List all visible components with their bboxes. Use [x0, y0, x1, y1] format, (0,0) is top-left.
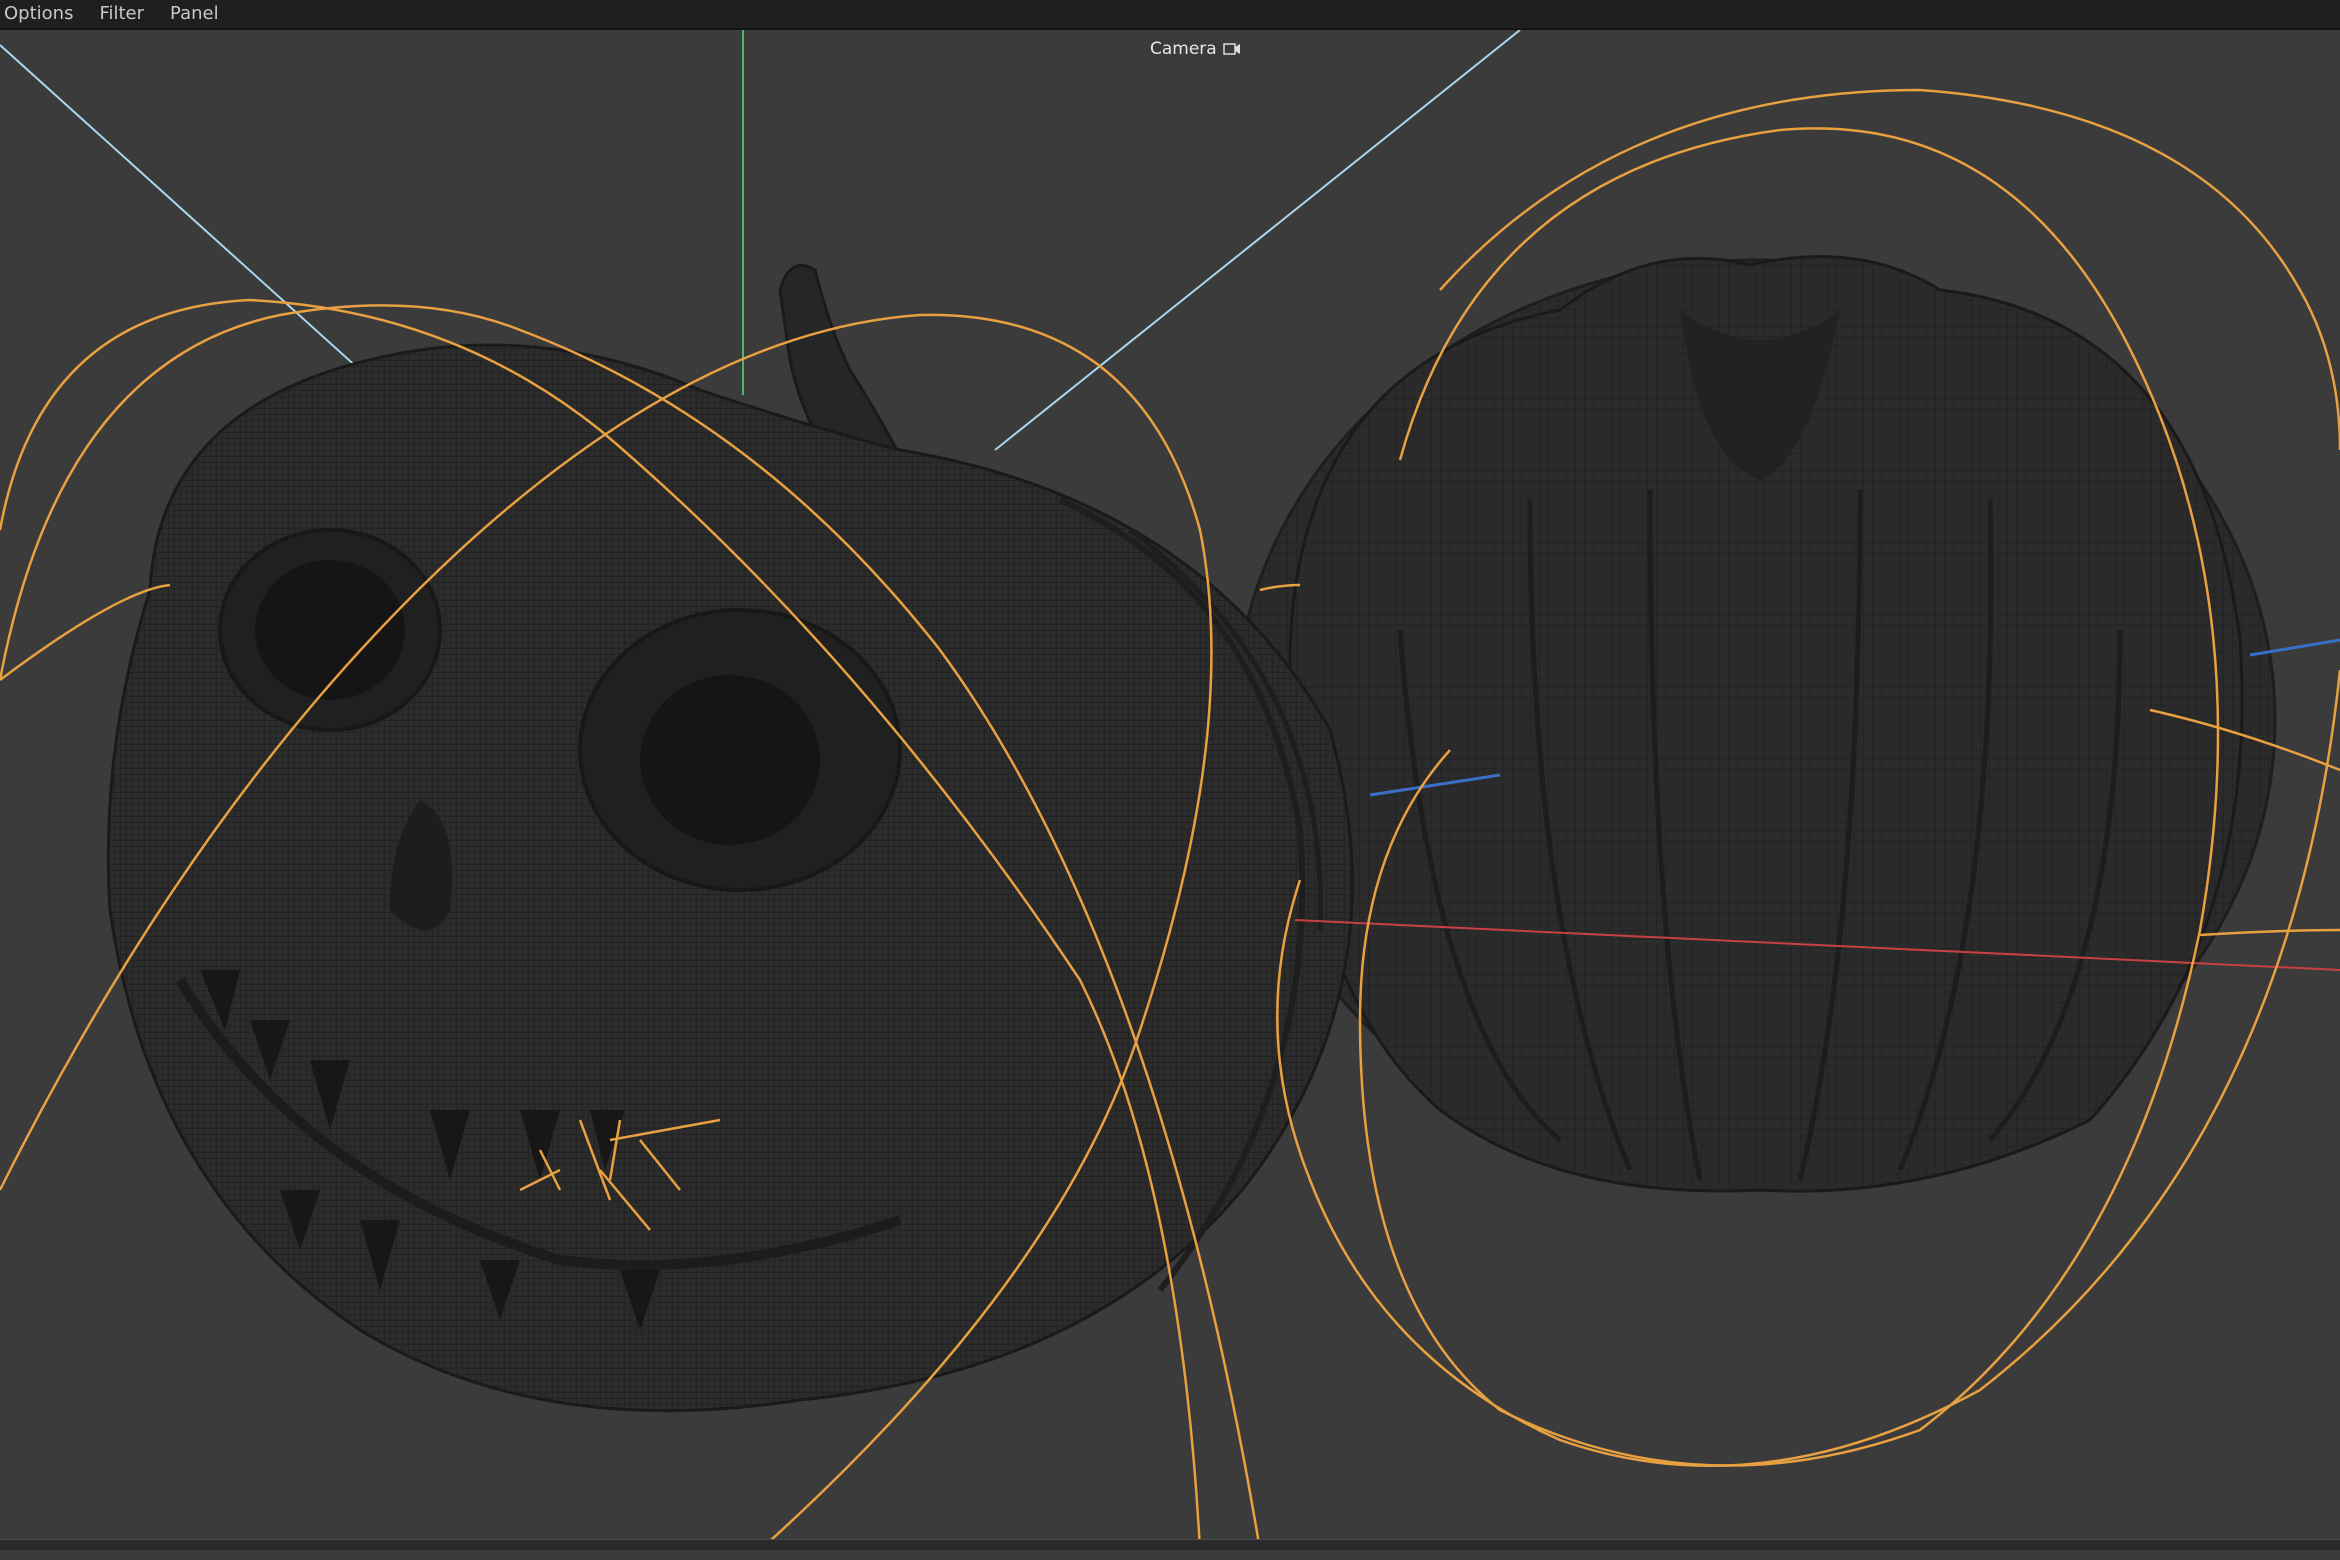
- camera-label-text: Camera: [1150, 39, 1217, 59]
- viewport-menubar: Options Filter Panel: [0, 0, 2340, 30]
- plain-pumpkin[interactable]: [1233, 255, 2277, 1193]
- axis-line-cyan-left: [0, 44, 361, 371]
- viewport-bottom-border: [0, 1539, 2340, 1550]
- menu-options[interactable]: Options: [0, 0, 73, 28]
- menu-panel[interactable]: Panel: [166, 0, 219, 28]
- app-window: Options Filter Panel Camera: [0, 0, 2340, 1560]
- menu-filter[interactable]: Filter: [95, 0, 144, 28]
- camera-icon: [1222, 42, 1241, 56]
- carved-jack-o-lantern[interactable]: [106, 264, 1354, 1413]
- camera-indicator[interactable]: Camera: [1150, 34, 1241, 64]
- viewport-scene[interactable]: [0, 30, 2340, 1550]
- 3d-viewport[interactable]: Camera: [0, 30, 2340, 1550]
